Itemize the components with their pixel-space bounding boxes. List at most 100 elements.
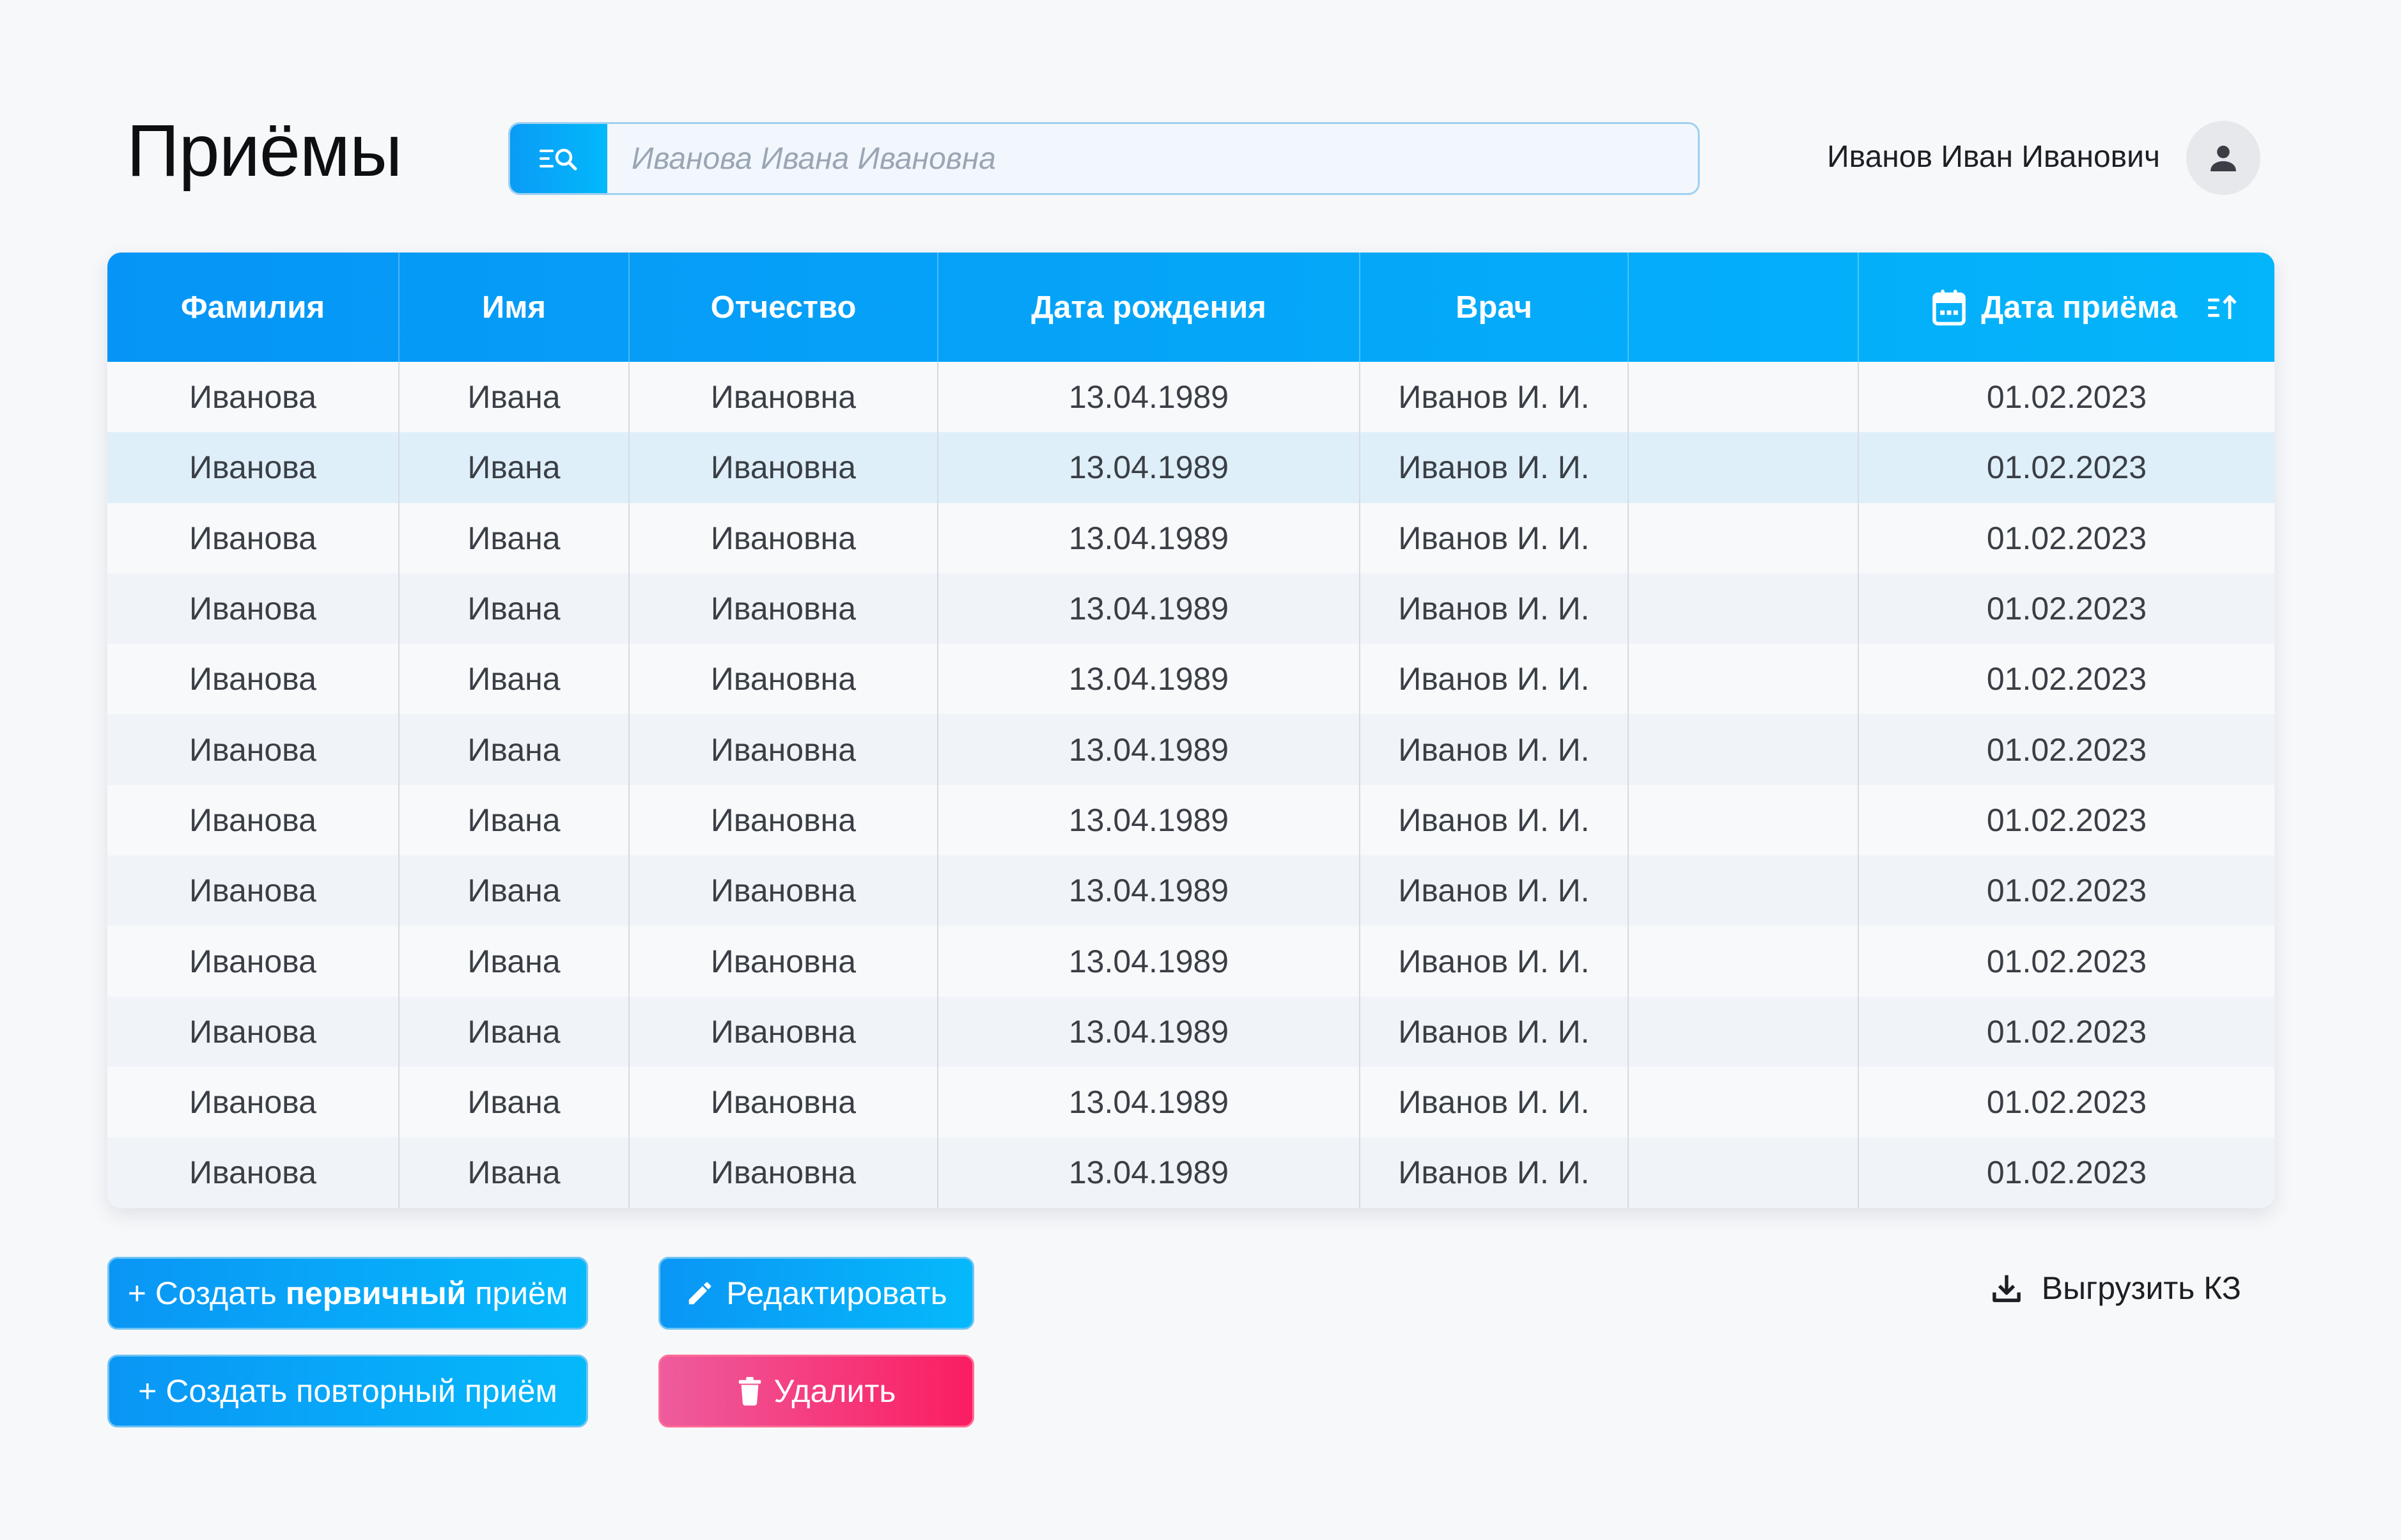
- table-row[interactable]: Иванова Ивана Ивановна 13.04.1989 Иванов И. …: [107, 362, 2274, 433]
- appointment-date-cell: 01.02.2023: [1986, 661, 2147, 697]
- birth-date-cell: 13.04.1989: [938, 573, 1360, 644]
- table-row[interactable]: Иванова Ивана Ивановна 13.04.1989 Иванов И. …: [107, 644, 2274, 715]
- table-row[interactable]: Иванова Ивана Ивановна 13.04.1989 Иванов И. …: [107, 432, 2274, 503]
- appointment-date-cell: 01.02.2023: [1986, 520, 2147, 556]
- appointment-date-cell: 01.02.2023: [1986, 802, 2147, 838]
- column-header-patronymic[interactable]: Отчество: [629, 253, 938, 362]
- doctor-cell: Иванов И. И.: [1360, 573, 1629, 644]
- birth-date-cell: 13.04.1989: [938, 644, 1360, 715]
- table-row[interactable]: Иванова Ивана Ивановна 13.04.1989 Иванов И. …: [107, 855, 2274, 926]
- table-header-row: Фамилия Имя Отчество Дата рождения Врач: [107, 253, 2274, 362]
- last-name-cell: Иванова: [107, 1137, 400, 1208]
- last-name-cell: Иванова: [107, 362, 400, 433]
- birth-date-cell: 13.04.1989: [938, 1066, 1360, 1138]
- export-label: Выгрузить КЗ: [2041, 1270, 2241, 1306]
- table-row[interactable]: Иванова Ивана Ивановна 13.04.1989 Иванов И. …: [107, 926, 2274, 997]
- empty-cell: [1628, 784, 1859, 856]
- patronymic-cell: Ивановна: [629, 432, 938, 503]
- patronymic-cell: Ивановна: [629, 573, 938, 644]
- create-repeat-appointment-button[interactable]: + Создать повторный приём: [107, 1355, 588, 1427]
- user-icon: [2211, 145, 2236, 171]
- birth-date-cell: 13.04.1989: [938, 432, 1360, 503]
- patronymic-cell: Ивановна: [629, 996, 938, 1067]
- create-primary-prefix: + Создать: [127, 1275, 286, 1311]
- export-button[interactable]: Выгрузить КЗ: [1989, 1270, 2241, 1307]
- appointment-date-label: Дата приёма: [1981, 290, 2177, 325]
- birth-date-cell: 13.04.1989: [938, 502, 1360, 573]
- avatar[interactable]: [2186, 121, 2260, 195]
- column-header-birth-date[interactable]: Дата рождения: [938, 253, 1360, 362]
- empty-cell: [1628, 996, 1859, 1067]
- appointment-date-cell: 01.02.2023: [1986, 943, 2147, 979]
- appointment-date-cell: 01.02.2023: [1986, 1084, 2147, 1121]
- doctor-cell: Иванов И. И.: [1360, 926, 1629, 997]
- patronymic-cell: Ивановна: [629, 1137, 938, 1208]
- first-name-cell: Ивана: [399, 1066, 630, 1138]
- birth-date-cell: 13.04.1989: [938, 855, 1360, 926]
- empty-cell: [1628, 362, 1859, 433]
- first-name-cell: Ивана: [399, 855, 630, 926]
- patronymic-cell: Ивановна: [629, 714, 938, 785]
- doctor-cell: Иванов И. И.: [1360, 996, 1629, 1067]
- first-name-cell: Ивана: [399, 573, 630, 644]
- edit-label: Редактировать: [726, 1275, 947, 1311]
- last-name-cell: Иванова: [107, 714, 400, 785]
- first-name-cell: Ивана: [399, 432, 630, 503]
- first-name-cell: Ивана: [399, 362, 630, 433]
- doctor-cell: Иванов И. И.: [1360, 1137, 1629, 1208]
- empty-cell: [1628, 644, 1859, 715]
- create-primary-appointment-button[interactable]: + Создать первичный приём: [107, 1257, 588, 1330]
- first-name-cell: Ивана: [399, 926, 630, 997]
- birth-date-cell: 13.04.1989: [938, 926, 1360, 997]
- appointment-date-cell: 01.02.2023: [1986, 449, 2147, 486]
- appointment-date-cell: 01.02.2023: [1986, 1013, 2147, 1050]
- last-name-cell: Иванова: [107, 996, 400, 1067]
- last-name-cell: Иванова: [107, 855, 400, 926]
- patronymic-cell: Ивановна: [629, 926, 938, 997]
- delete-button[interactable]: Удалить: [658, 1355, 974, 1427]
- patronymic-cell: Ивановна: [629, 644, 938, 715]
- appointment-date-cell: 01.02.2023: [1986, 379, 2147, 416]
- edit-button[interactable]: Редактировать: [658, 1257, 974, 1330]
- doctor-cell: Иванов И. И.: [1360, 502, 1629, 573]
- search-input[interactable]: [607, 124, 1698, 193]
- patronymic-cell: Ивановна: [629, 502, 938, 573]
- table-row[interactable]: Иванова Ивана Ивановна 13.04.1989 Иванов И. …: [107, 714, 2274, 785]
- empty-cell: [1628, 502, 1859, 573]
- table-row[interactable]: Иванова Ивана Ивановна 13.04.1989 Иванов И. …: [107, 1137, 2274, 1208]
- table-row[interactable]: Иванова Ивана Ивановна 13.04.1989 Иванов И. …: [107, 502, 2274, 573]
- empty-cell: [1628, 926, 1859, 997]
- empty-cell: [1628, 1066, 1859, 1138]
- table-row[interactable]: Иванова Ивана Ивановна 13.04.1989 Иванов И. …: [107, 784, 2274, 856]
- column-header-empty: [1628, 253, 1859, 362]
- user-name[interactable]: Иванов Иван Иванович: [1827, 139, 2160, 175]
- first-name-cell: Ивана: [399, 996, 630, 1067]
- first-name-cell: Ивана: [399, 644, 630, 715]
- table-row[interactable]: Иванова Ивана Ивановна 13.04.1989 Иванов И. …: [107, 573, 2274, 644]
- column-header-last-name[interactable]: Фамилия: [107, 253, 400, 362]
- appointment-date-cell: 01.02.2023: [1986, 591, 2147, 627]
- first-name-cell: Ивана: [399, 784, 630, 856]
- table-row[interactable]: Иванова Ивана Ивановна 13.04.1989 Иванов И. …: [107, 996, 2274, 1067]
- empty-cell: [1628, 432, 1859, 503]
- empty-cell: [1628, 714, 1859, 785]
- column-header-appointment-date[interactable]: Дата приёма: [1858, 253, 2274, 362]
- delete-label: Удалить: [773, 1373, 896, 1409]
- patronymic-cell: Ивановна: [629, 784, 938, 856]
- sort-ascending-icon[interactable]: [2207, 293, 2237, 322]
- first-name-cell: Ивана: [399, 502, 630, 573]
- column-header-doctor[interactable]: Врач: [1360, 253, 1629, 362]
- table-row[interactable]: Иванова Ивана Ивановна 13.04.1989 Иванов И. …: [107, 1066, 2274, 1138]
- empty-cell: [1628, 1137, 1859, 1208]
- doctor-cell: Иванов И. И.: [1360, 855, 1629, 926]
- last-name-cell: Иванова: [107, 432, 400, 503]
- search-button[interactable]: [510, 124, 607, 193]
- create-primary-bold: первичный: [285, 1275, 467, 1311]
- first-name-cell: Ивана: [399, 714, 630, 785]
- last-name-cell: Иванова: [107, 926, 400, 997]
- column-header-first-name[interactable]: Имя: [399, 253, 630, 362]
- create-primary-suffix: приём: [466, 1275, 568, 1311]
- last-name-cell: Иванова: [107, 784, 400, 856]
- patronymic-cell: Ивановна: [629, 855, 938, 926]
- doctor-cell: Иванов И. И.: [1360, 432, 1629, 503]
